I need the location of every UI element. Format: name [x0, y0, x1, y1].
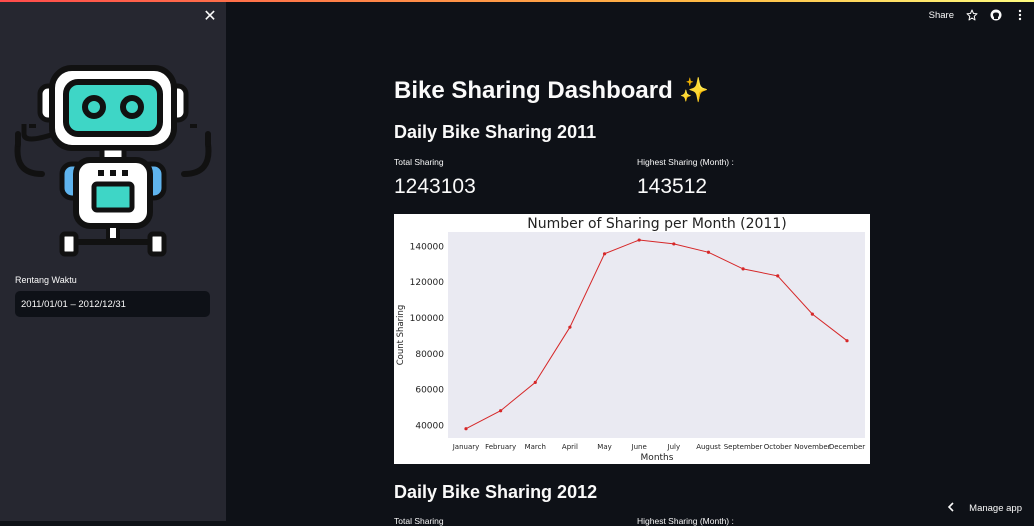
- data-point: [811, 313, 814, 316]
- github-icon[interactable]: [990, 9, 1002, 21]
- star-icon[interactable]: [966, 9, 978, 21]
- total-sharing-label-2011: Total Sharing: [394, 157, 444, 167]
- header-actions: Share: [929, 9, 1026, 21]
- x-tick-label: March: [525, 443, 546, 451]
- plot-area: [448, 232, 865, 438]
- total-sharing-label-2012: Total Sharing: [394, 516, 444, 526]
- share-button[interactable]: Share: [929, 10, 954, 21]
- data-point: [534, 381, 537, 384]
- data-point: [638, 238, 641, 241]
- page-title: Bike Sharing Dashboard ✨: [394, 76, 709, 105]
- y-tick-label: 140000: [410, 242, 445, 252]
- y-tick-label: 80000: [415, 350, 444, 360]
- x-tick-label: February: [485, 443, 516, 451]
- robot-logo: [14, 64, 212, 262]
- x-tick-label: January: [452, 443, 480, 451]
- y-tick-label: 100000: [410, 314, 445, 324]
- y-tick-label: 40000: [415, 421, 444, 431]
- x-tick-label: May: [597, 443, 611, 451]
- data-point: [568, 326, 571, 329]
- data-point: [741, 267, 744, 270]
- y-axis-label: Count Sharing: [396, 305, 406, 366]
- chart-title: Number of Sharing per Month (2011): [527, 216, 786, 232]
- x-tick-label: July: [667, 443, 681, 451]
- top-decoration-bar: [0, 0, 1034, 2]
- y-tick-label: 60000: [415, 386, 444, 396]
- highest-sharing-label-2011: Highest Sharing (Month) :: [637, 157, 734, 167]
- x-tick-label: September: [724, 443, 763, 451]
- date-range-input[interactable]: 2011/01/01 – 2012/12/31: [15, 291, 210, 317]
- total-sharing-value-2011: 1243103: [394, 175, 476, 199]
- data-point: [603, 252, 606, 255]
- y-tick-label: 120000: [410, 278, 445, 288]
- data-point: [776, 274, 779, 277]
- highest-sharing-value-2011: 143512: [637, 175, 707, 199]
- section-heading-2012: Daily Bike Sharing 2012: [394, 482, 597, 503]
- close-icon[interactable]: ✕: [202, 9, 218, 25]
- data-point: [499, 409, 502, 412]
- sidebar: ✕ Rentang Waktu 2011/01/01 – 2012: [0, 0, 226, 521]
- x-tick-label: December: [829, 443, 865, 451]
- x-tick-label: June: [631, 443, 647, 451]
- monthly-sharing-chart: Number of Sharing per Month (2011) Month…: [394, 214, 870, 464]
- x-tick-label: October: [764, 443, 792, 451]
- kebab-menu-icon[interactable]: [1014, 9, 1026, 21]
- data-point: [845, 339, 848, 342]
- x-tick-label: April: [562, 443, 578, 451]
- data-point: [464, 427, 467, 430]
- data-point: [707, 251, 710, 254]
- date-range-label: Rentang Waktu: [15, 275, 77, 285]
- x-tick-label: November: [794, 443, 831, 451]
- chevron-left-icon: [947, 502, 955, 515]
- x-axis-label: Months: [641, 453, 674, 463]
- data-point: [672, 242, 675, 245]
- x-tick-label: August: [696, 443, 721, 451]
- section-heading-2011: Daily Bike Sharing 2011: [394, 122, 596, 143]
- highest-sharing-label-2012: Highest Sharing (Month) :: [637, 516, 734, 526]
- manage-app-label: Manage app: [969, 503, 1022, 514]
- chart-svg: Number of Sharing per Month (2011) Month…: [394, 214, 870, 464]
- manage-app-button[interactable]: Manage app: [947, 502, 1022, 515]
